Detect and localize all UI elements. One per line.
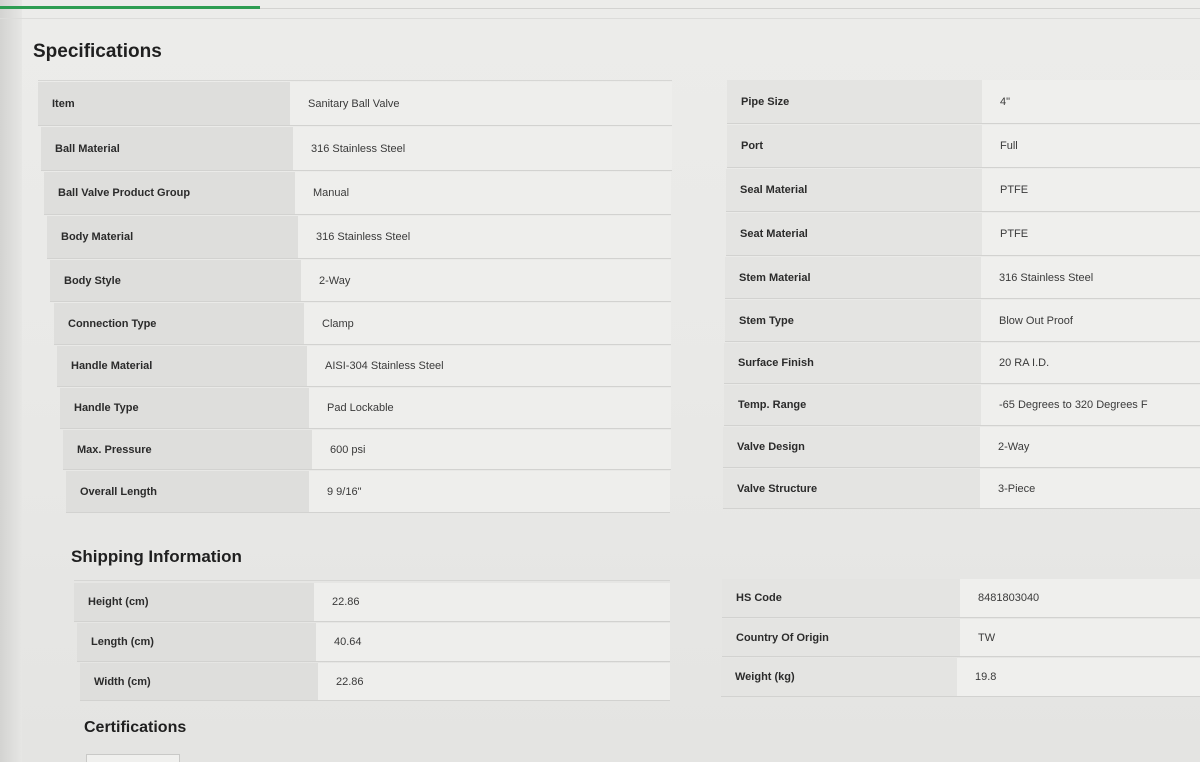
spec-row-stem-type: Stem Type Blow Out Proof <box>725 300 1200 342</box>
spec-value: 4" <box>982 80 1200 123</box>
spec-value: Blow Out Proof <box>981 300 1200 341</box>
spec-key: Port <box>727 125 982 167</box>
spec-key: Seal Material <box>726 169 982 211</box>
spec-key: Seat Material <box>726 213 982 255</box>
certification-badge[interactable] <box>86 754 180 762</box>
spec-row-handle-type: Handle Type Pad Lockable <box>60 388 671 429</box>
window-edge <box>0 0 22 762</box>
top-divider-lower <box>0 18 1200 19</box>
spec-value: 9 9/16" <box>309 471 670 512</box>
spec-row-handle-material: Handle Material AISI-304 Stainless Steel <box>57 346 671 387</box>
ship-row-length: Length (cm) 40.64 <box>77 623 670 662</box>
ship-key: Length (cm) <box>77 623 316 661</box>
spec-key: Stem Type <box>725 300 981 341</box>
spec-value: Manual <box>295 172 671 214</box>
spec-row-connection-type: Connection Type Clamp <box>54 303 671 345</box>
ship-value: TW <box>960 619 1200 656</box>
spec-key: Max. Pressure <box>63 430 312 469</box>
spec-key: Overall Length <box>66 471 309 512</box>
spec-key: Pipe Size <box>727 80 982 123</box>
ship-row-weight: Weight (kg) 19.8 <box>721 658 1200 697</box>
spec-value: 2-Way <box>980 427 1200 467</box>
page-progress-bar <box>0 6 260 9</box>
ship-row-width: Width (cm) 22.86 <box>80 663 670 701</box>
ship-row-height: Height (cm) 22.86 <box>74 583 670 622</box>
spec-row-temp-range: Temp. Range -65 Degrees to 320 Degrees F <box>724 385 1200 426</box>
spec-row-max-pressure: Max. Pressure 600 psi <box>63 430 671 470</box>
spec-row-port: Port Full <box>727 125 1200 168</box>
spec-key: Ball Material <box>41 127 293 170</box>
spec-value: Full <box>982 125 1200 167</box>
spec-row-item: Item Sanitary Ball Valve <box>38 82 672 126</box>
ship-value: 40.64 <box>316 623 670 661</box>
spec-key: Handle Material <box>57 346 307 386</box>
spec-row-seal-material: Seal Material PTFE <box>726 169 1200 212</box>
specifications-heading: Specifications <box>33 41 162 62</box>
spec-value: PTFE <box>982 213 1200 255</box>
spec-key: Item <box>38 82 290 125</box>
spec-value: Sanitary Ball Valve <box>290 82 672 125</box>
spec-row-stem-material: Stem Material 316 Stainless Steel <box>725 257 1200 299</box>
spec-key: Temp. Range <box>724 385 981 425</box>
spec-key: Connection Type <box>54 303 304 344</box>
spec-row-valve-design: Valve Design 2-Way <box>723 427 1200 468</box>
ship-value: 22.86 <box>314 583 670 621</box>
ship-key: Weight (kg) <box>721 658 957 696</box>
spec-row-valve-structure: Valve Structure 3-Piece <box>723 469 1200 509</box>
spec-value: 20 RA I.D. <box>981 343 1200 383</box>
spec-value: Pad Lockable <box>309 388 671 428</box>
spec-key: Ball Valve Product Group <box>44 172 295 214</box>
spec-key: Handle Type <box>60 388 309 428</box>
spec-key: Valve Design <box>723 427 980 467</box>
ship-key: Width (cm) <box>80 663 318 700</box>
spec-value: Clamp <box>304 303 671 344</box>
ship-key: HS Code <box>722 579 960 617</box>
spec-row-seat-material: Seat Material PTFE <box>726 213 1200 256</box>
spec-key: Valve Structure <box>723 469 980 508</box>
ship-row-country-of-origin: Country Of Origin TW <box>722 619 1200 657</box>
spec-value: 316 Stainless Steel <box>298 216 671 258</box>
spec-key: Stem Material <box>725 257 981 298</box>
spec-row-body-style: Body Style 2-Way <box>50 260 671 302</box>
spec-key: Surface Finish <box>724 343 981 383</box>
ship-key: Height (cm) <box>74 583 314 621</box>
spec-value: -65 Degrees to 320 Degrees F <box>981 385 1200 425</box>
ship-key: Country Of Origin <box>722 619 960 656</box>
ship-row-hs-code: HS Code 8481803040 <box>722 579 1200 618</box>
spec-row-ball-material: Ball Material 316 Stainless Steel <box>41 127 672 171</box>
spec-value: 316 Stainless Steel <box>293 127 672 170</box>
ship-value: 8481803040 <box>960 579 1200 617</box>
spec-row-overall-length: Overall Length 9 9/16" <box>66 471 670 513</box>
spec-row-surface-finish: Surface Finish 20 RA I.D. <box>724 343 1200 384</box>
spec-key: Body Material <box>47 216 298 258</box>
spec-value: 3-Piece <box>980 469 1200 508</box>
spec-row-product-group: Ball Valve Product Group Manual <box>44 172 671 215</box>
ship-value: 22.86 <box>318 663 670 700</box>
spec-row-pipe-size: Pipe Size 4" <box>727 80 1200 124</box>
certifications-heading: Certifications <box>84 719 187 736</box>
spec-row-body-material: Body Material 316 Stainless Steel <box>47 216 671 259</box>
spec-value: AISI-304 Stainless Steel <box>307 346 671 386</box>
spec-value: 316 Stainless Steel <box>981 257 1200 298</box>
ship-value: 19.8 <box>957 658 1200 696</box>
shipping-information-heading: Shipping Information <box>71 547 242 566</box>
spec-value: 600 psi <box>312 430 671 469</box>
spec-key: Body Style <box>50 260 301 301</box>
spec-value: PTFE <box>982 169 1200 211</box>
spec-value: 2-Way <box>301 260 671 301</box>
top-divider <box>260 8 1200 9</box>
